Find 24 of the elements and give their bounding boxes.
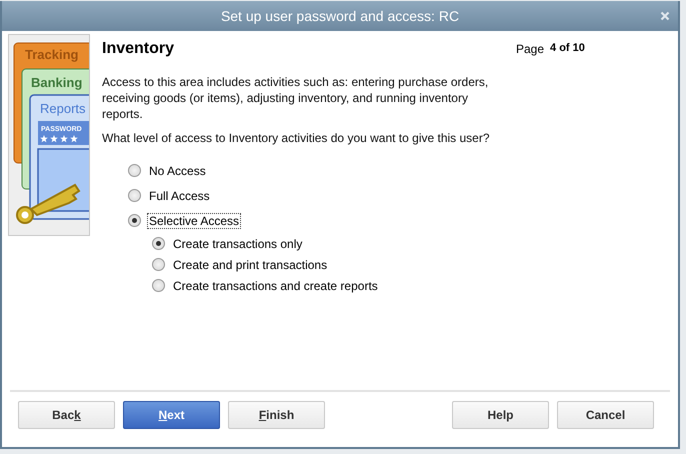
description-text: Access to this area includes activities such as: entering purchase orders, receiving goods (or items), adjusting inventory, and running inventory reports.	[102, 74, 490, 122]
radio-button[interactable]	[152, 279, 165, 292]
dialog-button[interactable]: Next	[123, 401, 220, 429]
radio-button[interactable]	[152, 258, 165, 271]
question-text: What level of access to Inventory activities do you want to give this user?	[102, 130, 491, 146]
option-label[interactable]: Create transactions and create reports	[171, 278, 380, 294]
option-label[interactable]: Full Access	[147, 188, 212, 204]
option-label[interactable]: Create transactions only	[171, 236, 304, 252]
radio-button[interactable]	[128, 189, 141, 202]
option-label[interactable]: Selective Access	[147, 212, 242, 228]
radio-button[interactable]	[152, 237, 165, 250]
dialog-button[interactable]: Back	[18, 401, 115, 429]
dialog-button[interactable]: Cancel	[557, 401, 654, 429]
dialog-button[interactable]: Finish	[228, 401, 325, 429]
radio-button[interactable]	[128, 214, 141, 227]
option-label[interactable]: Create and print transactions	[171, 256, 330, 272]
option-label[interactable]: No Access	[147, 162, 208, 178]
dialog-button[interactable]: Help	[452, 401, 549, 429]
window-title: Set up user password and access: RC	[220, 8, 460, 24]
radio-button[interactable]	[128, 164, 141, 177]
page-heading: Inventory	[102, 40, 174, 58]
close-icon[interactable]	[660, 11, 670, 21]
page-label: Page	[516, 42, 544, 56]
page-number: 4 of 10	[550, 42, 585, 56]
